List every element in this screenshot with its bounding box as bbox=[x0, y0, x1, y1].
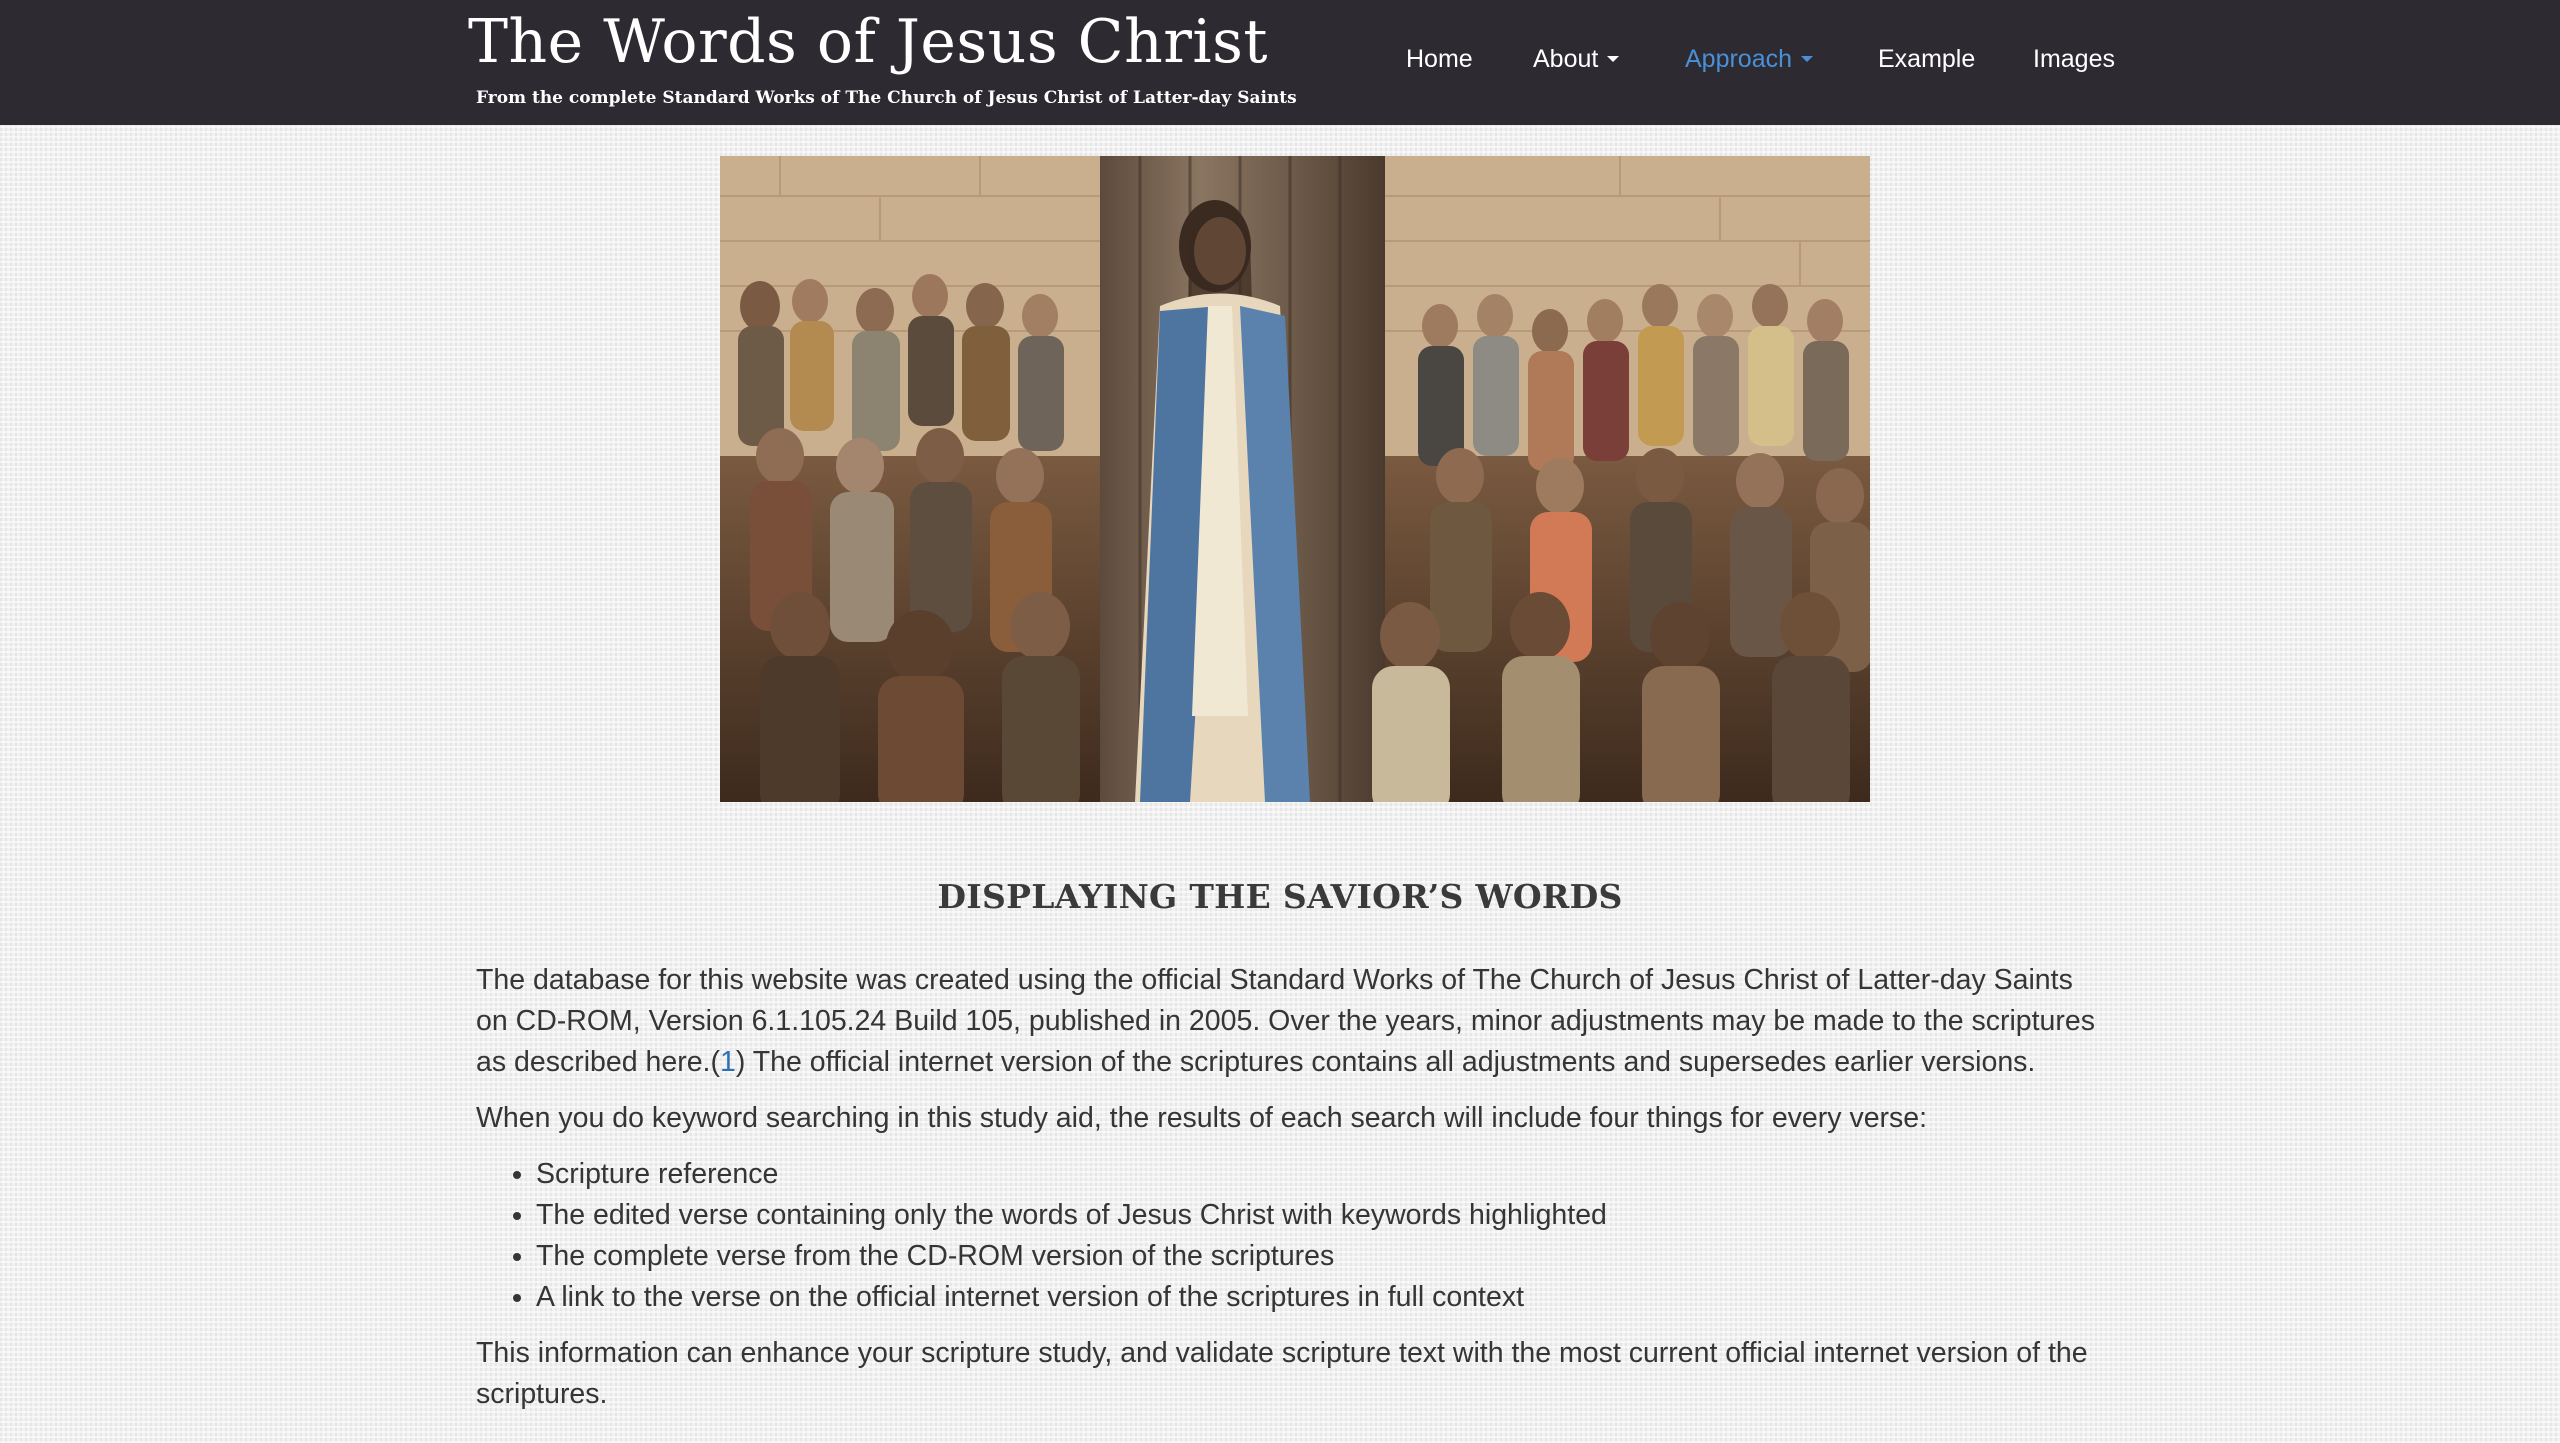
search-intro-paragraph: When you do keyword searching in this st… bbox=[476, 1102, 1928, 1134]
nav-about-label: About bbox=[1533, 45, 1599, 73]
list-item: The complete verse from the CD-ROM versi… bbox=[536, 1236, 2096, 1277]
list-item: A link to the verse on the official inte… bbox=[536, 1277, 2096, 1318]
chevron-down-icon bbox=[1801, 56, 1814, 62]
intro-text-after: ) The official internet version of the s… bbox=[735, 1046, 2036, 1078]
nav-example-link[interactable]: Example bbox=[1878, 40, 1975, 78]
site-subtitle: From the complete Standard Works of The … bbox=[476, 88, 1297, 108]
closing-paragraph: This information can enhance your script… bbox=[476, 1337, 2088, 1410]
nav-images-label: Images bbox=[2033, 45, 2115, 73]
article-body: The database for this website was create… bbox=[476, 960, 2096, 1430]
result-features-list: Scripture reference The edited verse con… bbox=[476, 1154, 2096, 1318]
chevron-down-icon bbox=[1607, 56, 1620, 62]
hero-illustration bbox=[720, 156, 1870, 802]
nav-images-link[interactable]: Images bbox=[2033, 40, 2115, 78]
hero-image bbox=[720, 156, 1870, 802]
nav-example-label: Example bbox=[1878, 45, 1976, 73]
site-title[interactable]: The Words of Jesus Christ bbox=[468, 6, 1268, 78]
list-item: The edited verse containing only the wor… bbox=[536, 1195, 2096, 1236]
nav-home-label: Home bbox=[1406, 45, 1473, 73]
nav-approach-label: Approach bbox=[1685, 45, 1793, 73]
nav-about-dropdown[interactable]: About bbox=[1533, 40, 1620, 78]
top-navbar: The Words of Jesus Christ From the compl… bbox=[0, 0, 2560, 125]
nav-home-link[interactable]: Home bbox=[1406, 40, 1473, 78]
list-item: Scripture reference bbox=[536, 1154, 2096, 1195]
section-heading: DISPLAYING THE SAVIOR’S WORDS bbox=[937, 877, 1623, 916]
footnote-link[interactable]: 1 bbox=[720, 1046, 736, 1078]
nav-approach-dropdown[interactable]: Approach bbox=[1685, 40, 1814, 78]
intro-paragraph: The database for this website was create… bbox=[476, 960, 2096, 1083]
